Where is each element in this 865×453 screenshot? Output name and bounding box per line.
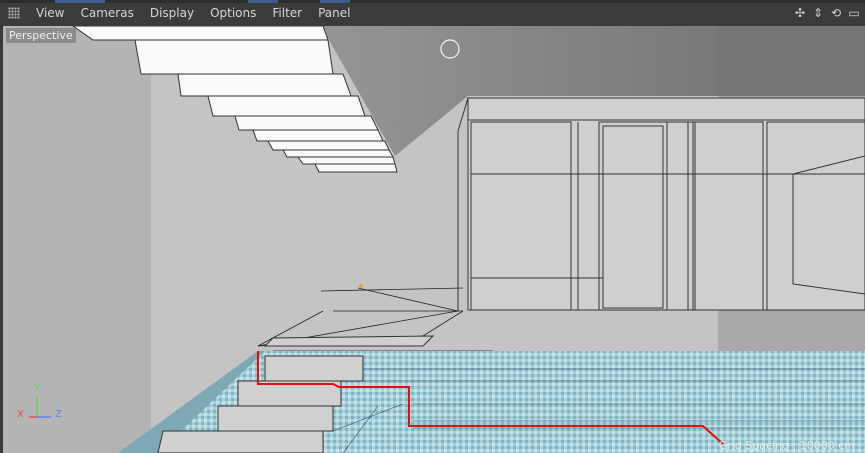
- move-view-icon[interactable]: ✣: [793, 6, 807, 20]
- axis-y-label: Y: [34, 383, 41, 394]
- panel-grip-icon[interactable]: [8, 7, 20, 19]
- rotate-view-icon[interactable]: ⟲: [829, 6, 843, 20]
- toggle-layout-icon[interactable]: ▭: [847, 6, 861, 20]
- scene-render: [3, 26, 865, 453]
- menu-options[interactable]: Options: [202, 0, 264, 26]
- menu-cameras[interactable]: Cameras: [72, 0, 141, 26]
- view-navigation: ✣ ⇕ ⟲ ▭: [793, 6, 861, 20]
- menu-view[interactable]: View: [28, 0, 72, 26]
- axis-gizmo-icon: Y X Z: [17, 383, 67, 429]
- axis-x-label: X: [17, 409, 24, 420]
- menu-panel[interactable]: Panel: [310, 0, 358, 26]
- menu-display[interactable]: Display: [142, 0, 202, 26]
- zoom-view-icon[interactable]: ⇕: [811, 6, 825, 20]
- viewport-menubar: View Cameras Display Options Filter Pane…: [0, 0, 865, 27]
- axis-z-label: Z: [55, 409, 62, 420]
- tab-strip: [0, 0, 865, 3]
- glass-house: [457, 97, 865, 311]
- grid-spacing-readout: Grid Spacing : 10000 cm: [718, 439, 855, 452]
- camera-label[interactable]: Perspective: [6, 28, 76, 43]
- menu-filter[interactable]: Filter: [264, 0, 310, 26]
- perspective-viewport[interactable]: Perspective Y X Z Grid Spacing : 10000 c…: [3, 26, 865, 453]
